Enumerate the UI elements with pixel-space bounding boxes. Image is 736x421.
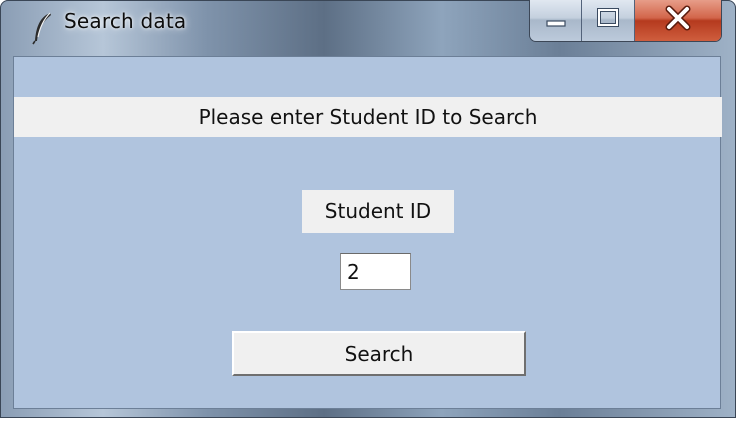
instruction-banner: Please enter Student ID to Search [14, 97, 722, 137]
search-button[interactable]: Search [232, 331, 526, 376]
close-icon [665, 5, 691, 31]
maximize-icon [597, 8, 620, 27]
minimize-icon [546, 20, 566, 27]
close-button[interactable] [634, 0, 721, 41]
client-area: Please enter Student ID to Search Studen… [13, 56, 722, 409]
title-bar[interactable]: Search data [0, 0, 736, 56]
feather-icon [30, 11, 56, 45]
maximize-button[interactable] [582, 0, 635, 41]
window-title: Search data [64, 9, 187, 33]
caption-buttons [529, 0, 722, 42]
minimize-button[interactable] [530, 0, 583, 41]
student-id-input[interactable] [340, 253, 411, 290]
app-window: Search data Please enter Student ID to S… [0, 0, 736, 418]
student-id-label: Student ID [302, 190, 454, 233]
